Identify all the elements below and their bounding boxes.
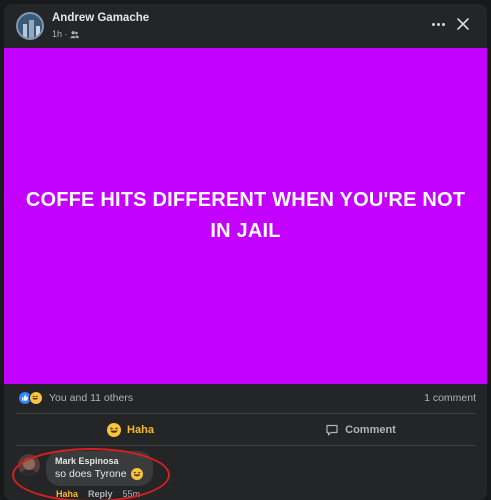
post-card: Andrew Gamache 1h · COFFE HITS DIFFERENT… xyxy=(4,4,487,500)
haha-icon xyxy=(107,422,122,437)
author-name[interactable]: Andrew Gamache xyxy=(52,12,149,24)
comment-count[interactable]: 1 comment xyxy=(424,392,476,404)
commenter-name[interactable]: Mark Espinosa xyxy=(55,456,143,466)
comment-text: so does Tyrone xyxy=(55,468,127,480)
comment-bubble: Mark Espinosa so does Tyrone xyxy=(46,451,153,486)
reactions-summary[interactable]: You and 11 others xyxy=(49,392,133,404)
reactions-bar: You and 11 others 1 comment xyxy=(4,384,487,412)
comment-text-row: so does Tyrone xyxy=(55,468,143,480)
comment-label: Comment xyxy=(345,423,396,436)
close-icon[interactable] xyxy=(455,16,471,32)
more-options-icon[interactable] xyxy=(427,16,449,32)
post-meta: 1h · xyxy=(52,29,79,39)
comment-icon xyxy=(326,424,338,436)
comment-haha-button[interactable]: Haha xyxy=(56,489,78,499)
haha-icon xyxy=(29,391,43,405)
commenter-avatar[interactable] xyxy=(18,454,40,476)
comment-actions: Haha Reply 55m xyxy=(56,489,140,499)
post-actions: Haha Comment xyxy=(16,413,475,446)
post-time[interactable]: 1h · xyxy=(52,29,68,39)
comment-button[interactable]: Comment xyxy=(246,414,475,445)
laughing-emoji-icon xyxy=(130,468,143,480)
comment-reply-button[interactable]: Reply xyxy=(88,489,113,499)
post-header: Andrew Gamache 1h · xyxy=(4,4,487,48)
comment-time[interactable]: 55m xyxy=(123,489,141,499)
post-image[interactable]: COFFE HITS DIFFERENT WHEN YOU'RE NOT IN … xyxy=(4,48,487,384)
friends-icon xyxy=(69,30,79,38)
comment-item: Mark Espinosa so does Tyrone Haha Reply … xyxy=(4,446,487,500)
post-image-text: COFFE HITS DIFFERENT WHEN YOU'RE NOT IN … xyxy=(25,189,466,242)
haha-label: Haha xyxy=(127,423,154,436)
author-avatar[interactable] xyxy=(16,12,44,40)
haha-reaction-button[interactable]: Haha xyxy=(16,414,245,445)
reaction-icons[interactable] xyxy=(18,391,48,405)
